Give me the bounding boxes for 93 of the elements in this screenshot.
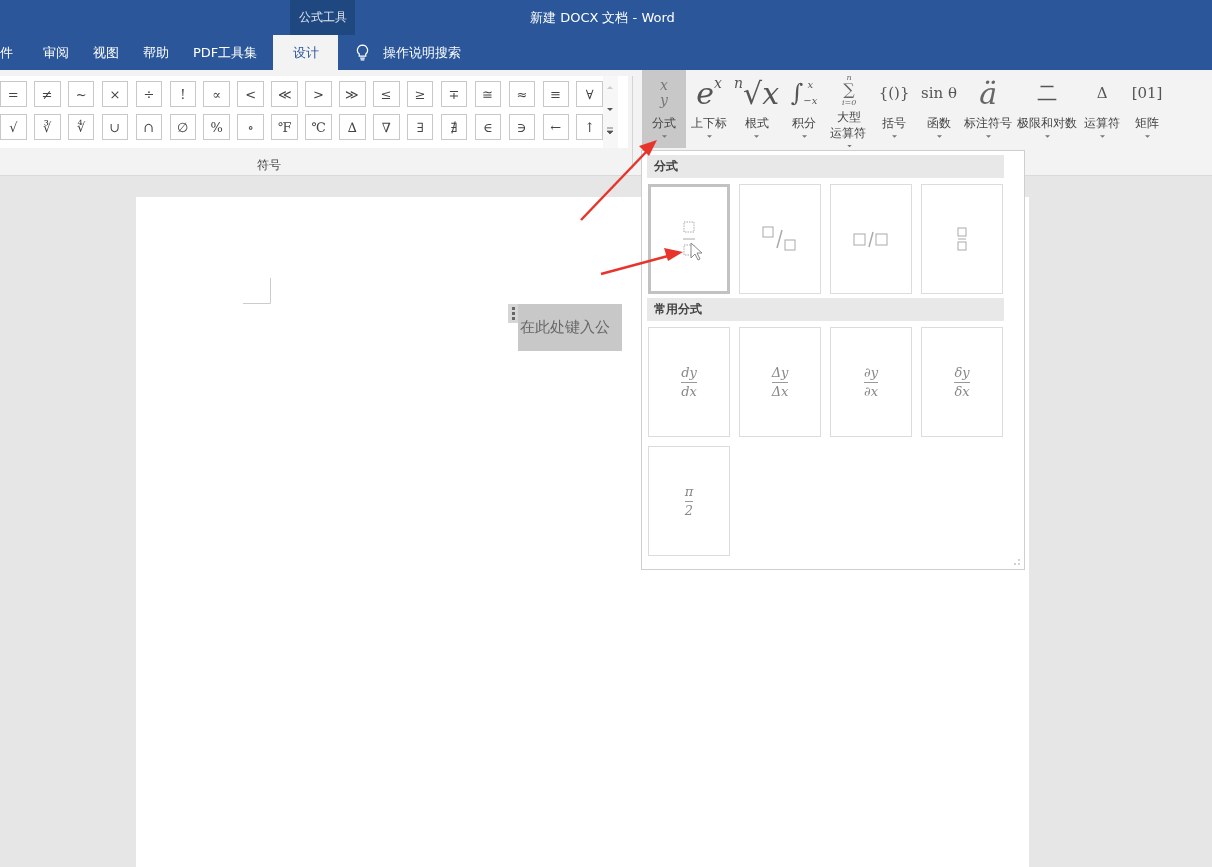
script-glyph: e$^{x}$ [696,75,722,111]
symbol-button[interactable]: ∪ [101,114,129,140]
fraction-option[interactable] [921,184,1003,294]
symbol-button[interactable]: < [237,81,264,107]
symbol-button[interactable]: ∋ [508,114,536,140]
margin-corner-mark [243,278,271,304]
fraction-option[interactable] [739,184,821,294]
structure-button[interactable]: $^{n}$√x 根式 [732,70,782,148]
symbol-button[interactable]: ≥ [406,81,434,107]
equation-handle[interactable] [508,304,518,323]
symbol-button[interactable]: = [0,81,27,107]
accent-glyph: ä [979,75,997,111]
ribbon-tab[interactable]: 件 [0,35,31,70]
math-glyph: sin θ [921,84,958,102]
caret-icon [985,135,991,139]
symbol-button[interactable]: ∛ [33,114,61,140]
symbol-button[interactable]: ≠ [33,81,61,107]
equation-field[interactable]: 在此处键入公 [518,304,622,351]
structure-button[interactable]: n ∑ i=0 大型运算符 [827,70,872,148]
window-title: 新建 DOCX 文档 - Word [530,8,675,27]
group-label: 符号 [256,157,282,174]
symbol-button[interactable]: ∘ [237,114,264,140]
symbol-button[interactable]: ← [542,114,570,140]
fraction-option[interactable] [648,184,730,294]
structure-button[interactable]: 极限和对数 [1015,70,1080,148]
math-glyph: [01] [1131,84,1163,102]
math-glyph: Δ [1096,84,1108,102]
tell-me-search[interactable]: 操作说明搜索 [383,43,462,62]
symbol-button[interactable]: ∅ [169,114,197,140]
symbol-button[interactable]: % [203,114,231,140]
fraction-glyph: x y [660,78,668,108]
symbol-button[interactable]: ∩ [135,114,163,140]
symbol-button[interactable]: ÷ [135,81,163,107]
section-header: 分式 [647,155,1004,178]
symbol-button[interactable]: × [101,81,129,107]
fraction-option[interactable]: dy dx [648,327,730,437]
structure-button[interactable]: Δ 运算符 [1080,70,1125,148]
caret-icon [1044,135,1050,139]
symbol-button[interactable]: ∓ [440,81,468,107]
caret-icon [706,135,712,139]
symbol-button[interactable]: ℉ [271,114,298,140]
symbol-button[interactable]: ∃ [406,114,434,140]
symbol-button[interactable]: ∀ [576,81,603,107]
lightbulb-icon [356,44,370,61]
fraction-option[interactable]: π 2 [648,446,730,556]
symbol-button[interactable]: ≈ [508,81,536,107]
ribbon-tab[interactable]: 帮助 [131,35,181,70]
structure-button[interactable]: {()} 括号 [872,70,917,148]
caret-icon [801,135,807,139]
summation-glyph: n ∑ i=0 [841,73,857,107]
caret-icon [661,135,667,139]
section-header: 常用分式 [647,298,1004,321]
symbol-button[interactable]: ∝ [203,81,231,107]
caret-icon [1099,135,1105,139]
ribbon-tab[interactable]: 设计 [273,35,339,70]
caret-icon [936,135,942,139]
ribbon-tab[interactable]: PDF工具集 [181,35,270,70]
symbol-button[interactable]: ! [169,81,197,107]
fraction-option[interactable]: ∂y ∂x [830,327,912,437]
fraction-option[interactable] [830,184,912,294]
symbol-button[interactable]: ∈ [474,114,502,140]
symbol-button[interactable]: ≅ [474,81,502,107]
symbol-button[interactable]: ≡ [542,81,570,107]
symbol-button[interactable]: ∜ [67,114,95,140]
structure-button[interactable]: x y 分式 [642,70,686,148]
fraction-option[interactable]: δy δx [921,327,1003,437]
symbol-button[interactable]: ℃ [305,114,332,140]
caret-icon [846,145,852,148]
symbol-button[interactable]: ↑ [576,114,603,140]
symbol-button[interactable]: ∆ [339,114,366,140]
resize-grip-icon[interactable] [1013,558,1021,566]
symbol-button[interactable]: ≫ [339,81,366,107]
ribbon-tab[interactable]: 审阅 [31,35,81,70]
symbol-button[interactable]: ∇ [372,114,400,140]
structure-button[interactable]: ä 标注符号 [962,70,1015,148]
ribbon-tab[interactable]: 视图 [81,35,131,70]
symbol-button[interactable]: √ [0,114,27,140]
symbol-button[interactable]: ≤ [372,81,400,107]
symbol-button[interactable]: ≪ [271,81,298,107]
symbol-button[interactable]: ∄ [440,114,468,140]
fraction-option[interactable]: Δy Δx [739,327,821,437]
caret-icon [754,135,760,139]
script-glyph: $^{n}$√x [734,75,780,111]
math-glyph: {()} [878,84,910,102]
structure-button[interactable]: sin θ 函数 [917,70,962,148]
caret-icon [1144,135,1150,139]
symbol-button[interactable]: ~ [67,81,95,107]
symbol-button[interactable]: > [305,81,332,107]
structure-button[interactable]: [01] 矩阵 [1125,70,1170,148]
structure-button[interactable]: e$^{x}$ 上下标 [687,70,731,148]
mouse-pointer-icon [690,242,704,262]
context-tab-group: 公式工具 [290,0,355,35]
caret-icon [891,135,897,139]
